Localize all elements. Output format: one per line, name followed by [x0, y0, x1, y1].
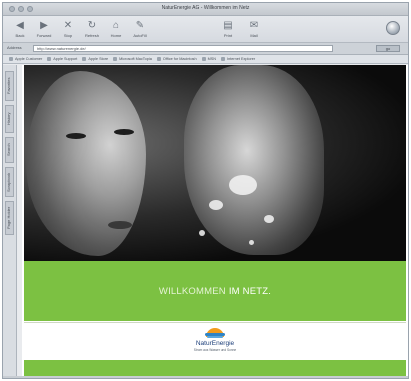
- hero-image: [24, 65, 406, 261]
- eye-shape: [66, 133, 86, 139]
- favorite-link[interactable]: Microsoft MacTopia: [113, 57, 152, 61]
- favorite-label: MSN: [207, 57, 217, 61]
- bookmark-icon: [156, 57, 161, 61]
- go-button[interactable]: go: [376, 45, 400, 52]
- browser-toolbar: ◀ Back ▶ Forward ✕ Stop ↻ Refresh ⌂ Home…: [3, 16, 408, 43]
- favorite-label: Apple Store: [88, 57, 109, 61]
- autofill-button[interactable]: ✎ AutoFill: [129, 20, 151, 40]
- print-icon: ▤: [223, 20, 233, 31]
- page-content: WILLKOMMEN IM NETZ. NaturEnergie Strom a…: [22, 65, 408, 378]
- brand-tagline: Strom aus Wasser und Sonne: [193, 348, 237, 352]
- address-bar: Address http://www.naturenergie.de/ go: [3, 43, 408, 55]
- lips-shape: [108, 221, 132, 229]
- home-button-label: Home: [110, 33, 122, 38]
- refresh-icon: ↻: [87, 20, 97, 31]
- favorite-label: Office for Macintosh: [162, 57, 197, 61]
- address-input[interactable]: http://www.naturenergie.de/: [33, 45, 333, 52]
- refresh-button-label: Refresh: [84, 33, 99, 38]
- naturenergie-logo[interactable]: NaturEnergie Strom aus Wasser und Sonne: [24, 328, 406, 352]
- forward-button-label: Forward: [36, 33, 52, 38]
- eye-shape: [114, 129, 134, 135]
- window-title: NaturEnergie AG - Willkommen im Netz: [161, 5, 250, 11]
- explorer-sidebar: Favorites History Search Scrapbook Page …: [3, 65, 17, 378]
- home-button[interactable]: ⌂ Home: [105, 20, 127, 40]
- bookmark-icon: [221, 57, 226, 61]
- bookmark-icon: [113, 57, 118, 61]
- bookmark-icon: [47, 57, 52, 61]
- stop-icon: ✕: [63, 20, 73, 31]
- favorite-link[interactable]: Office for Macintosh: [156, 57, 197, 61]
- refresh-button[interactable]: ↻ Refresh: [81, 20, 103, 40]
- autofill-icon: ✎: [135, 20, 145, 31]
- status-bar: [3, 376, 408, 378]
- welcome-text-highlight: IM NETZ.: [228, 285, 272, 297]
- sidebar-tab-search[interactable]: Search: [5, 137, 14, 163]
- woman-face-image: [26, 71, 146, 256]
- sidebar-tab-history[interactable]: History: [5, 105, 14, 133]
- favorite-link[interactable]: MSN: [201, 57, 217, 61]
- water-splash: [229, 175, 257, 195]
- forward-button[interactable]: ▶ Forward: [33, 20, 55, 40]
- hand-with-water-image: [184, 65, 324, 255]
- print-button-label: Print: [223, 33, 233, 38]
- favorite-link[interactable]: Internet Explorer: [221, 57, 255, 61]
- forward-arrow-icon: ▶: [40, 20, 48, 31]
- bookmark-icon: [9, 57, 13, 61]
- favorite-label: Apple Customer: [15, 57, 43, 61]
- mail-icon: ✉: [249, 20, 259, 31]
- sidebar-tab-page-holder[interactable]: Page Holder: [5, 201, 14, 235]
- favorite-link[interactable]: Apple Support: [47, 57, 77, 61]
- favorite-label: Internet Explorer: [227, 57, 256, 61]
- autofill-button-label: AutoFill: [133, 33, 147, 38]
- back-button[interactable]: ◀ Back: [9, 20, 31, 40]
- favorites-bar: Apple Customer Apple Support Apple Store…: [3, 55, 408, 64]
- favorite-link[interactable]: Apple Customer: [9, 57, 42, 61]
- water-splash: [264, 215, 274, 223]
- mail-button[interactable]: ✉ Mail: [243, 20, 265, 40]
- mail-button-label: Mail: [250, 33, 258, 38]
- browser-logo-icon: [386, 21, 400, 35]
- brand-name: NaturEnergie: [195, 340, 235, 347]
- welcome-text: WILLKOMMEN: [158, 285, 226, 297]
- favorite-label: Apple Support: [53, 57, 78, 61]
- bookmark-icon: [82, 57, 87, 61]
- water-splash: [199, 230, 205, 236]
- water-splash: [209, 200, 223, 210]
- bookmark-icon: [201, 57, 206, 61]
- favorite-link[interactable]: Apple Store: [82, 57, 108, 61]
- window-titlebar: NaturEnergie AG - Willkommen im Netz: [3, 3, 408, 16]
- sun-water-logo-icon: [204, 328, 226, 338]
- back-button-label: Back: [15, 33, 25, 38]
- address-label: Address: [7, 45, 22, 50]
- favorite-label: Microsoft MacTopia: [119, 57, 152, 61]
- water-splash: [249, 240, 254, 245]
- home-icon: ⌂: [112, 20, 120, 31]
- back-arrow-icon: ◀: [16, 20, 24, 31]
- welcome-banner: WILLKOMMEN IM NETZ.: [24, 261, 406, 321]
- sidebar-tab-favorites[interactable]: Favorites: [5, 71, 14, 101]
- logo-strip: NaturEnergie Strom aus Wasser und Sonne: [24, 322, 406, 360]
- stop-button[interactable]: ✕ Stop: [57, 20, 79, 40]
- print-button[interactable]: ▤ Print: [217, 20, 239, 40]
- stop-button-label: Stop: [63, 33, 73, 38]
- sidebar-tab-scrapbook[interactable]: Scrapbook: [5, 167, 14, 197]
- browser-window: NaturEnergie AG - Willkommen im Netz ◀ B…: [2, 2, 409, 379]
